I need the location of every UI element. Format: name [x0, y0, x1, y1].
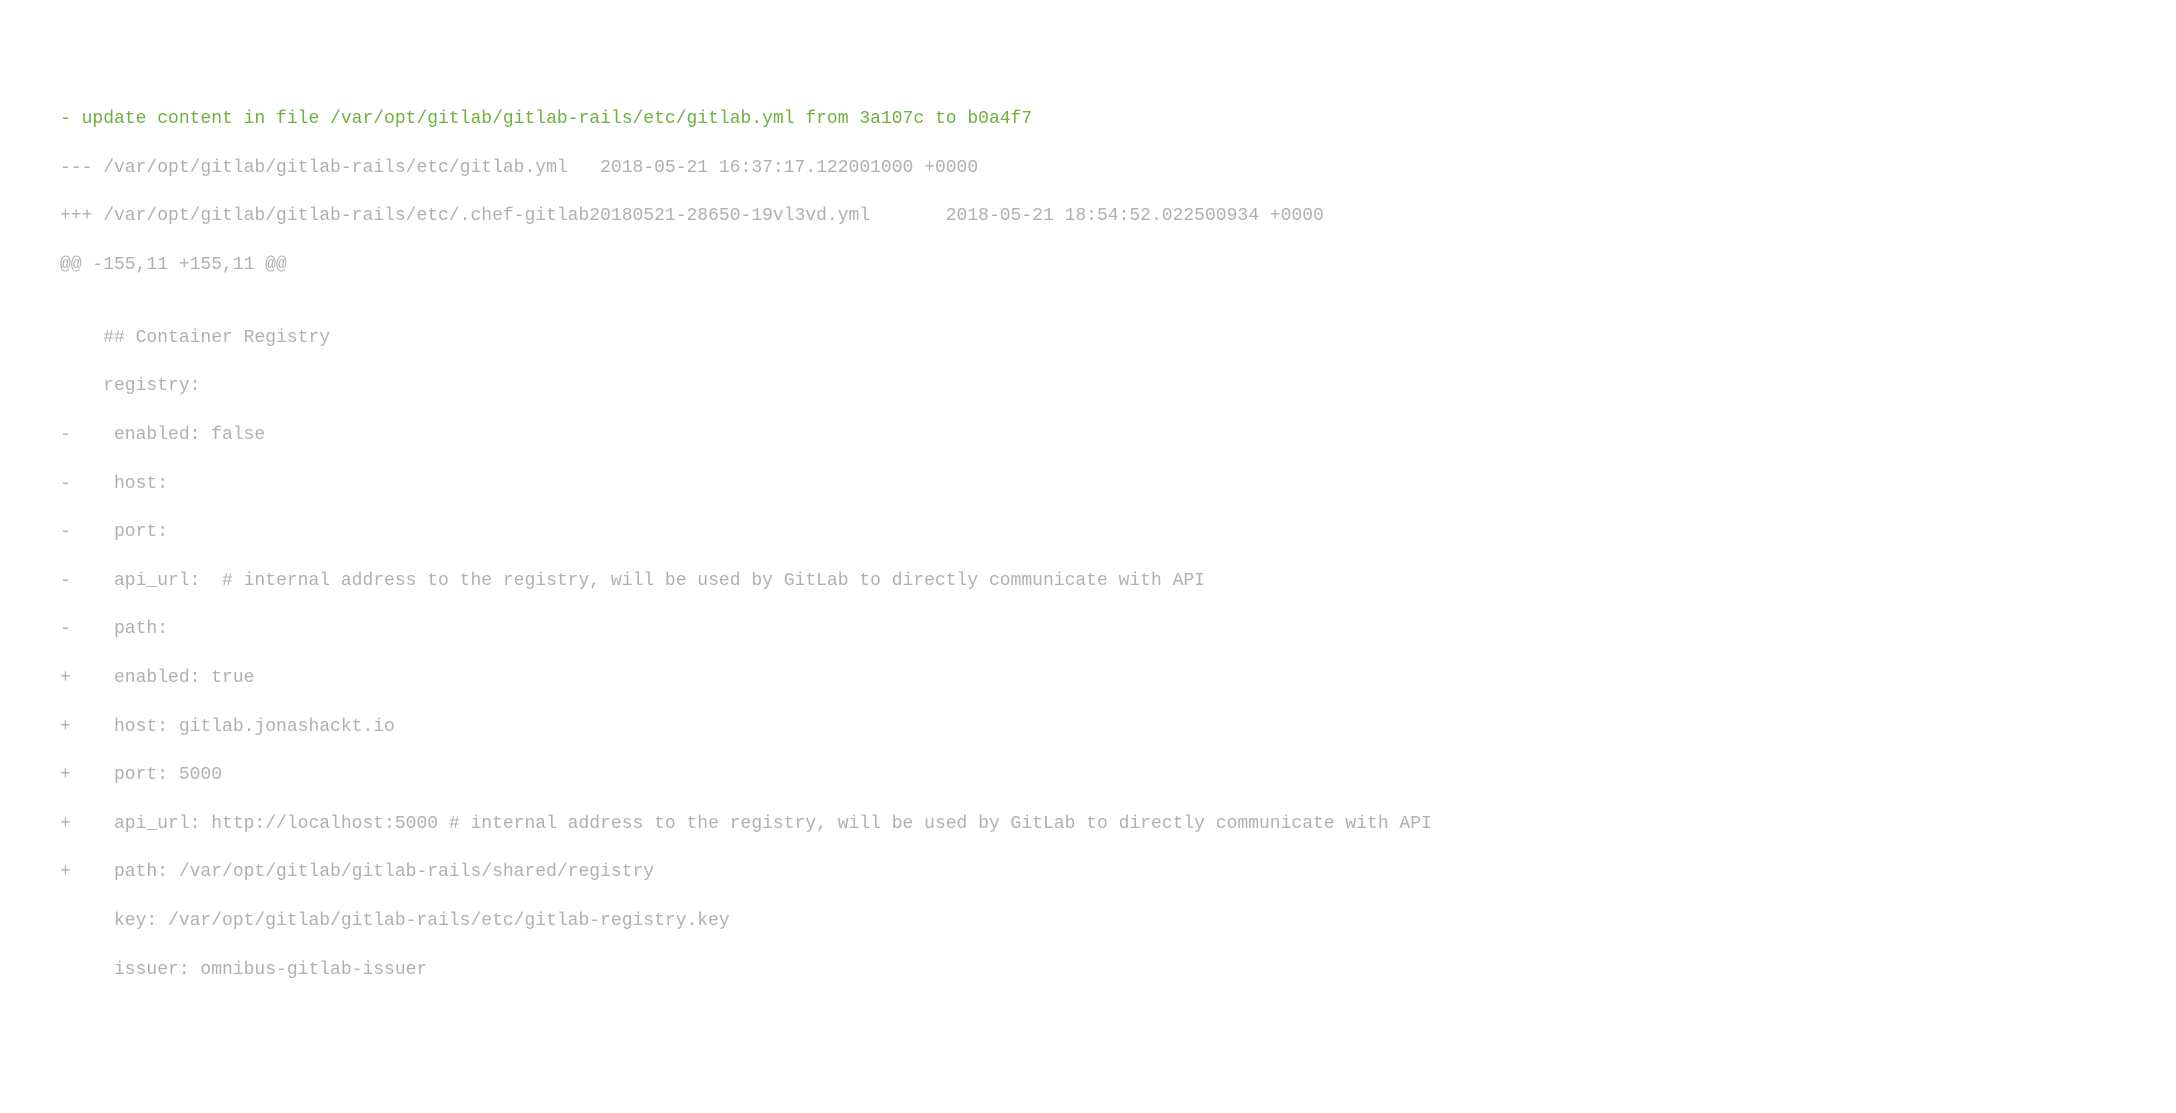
diff-added-line: + api_url: http://localhost:5000 # inter… — [60, 812, 2176, 836]
diff-hunk-header: @@ -155,11 +155,11 @@ — [60, 253, 2176, 277]
diff-removed-line: - host: — [60, 472, 2176, 496]
diff-context-line: registry: — [60, 374, 2176, 398]
diff-added-line: + path: /var/opt/gitlab/gitlab-rails/sha… — [60, 860, 2176, 884]
diff-removed-line: - port: — [60, 520, 2176, 544]
diff-removed-line: - enabled: false — [60, 423, 2176, 447]
diff-new-file: +++ /var/opt/gitlab/gitlab-rails/etc/.ch… — [60, 204, 2176, 228]
diff-old-file: --- /var/opt/gitlab/gitlab-rails/etc/git… — [60, 156, 2176, 180]
diff-context-line: ## Container Registry — [60, 326, 2176, 350]
diff-context-line: key: /var/opt/gitlab/gitlab-rails/etc/gi… — [60, 909, 2176, 933]
diff-added-line: + enabled: true — [60, 666, 2176, 690]
diff-action-header: - update content in file /var/opt/gitlab… — [60, 107, 2176, 131]
diff-removed-line: - path: — [60, 617, 2176, 641]
diff-added-line: + port: 5000 — [60, 763, 2176, 787]
diff-removed-line: - api_url: # internal address to the reg… — [60, 569, 2176, 593]
diff-added-line: + host: gitlab.jonashackt.io — [60, 715, 2176, 739]
diff-context-line: issuer: omnibus-gitlab-issuer — [60, 958, 2176, 982]
